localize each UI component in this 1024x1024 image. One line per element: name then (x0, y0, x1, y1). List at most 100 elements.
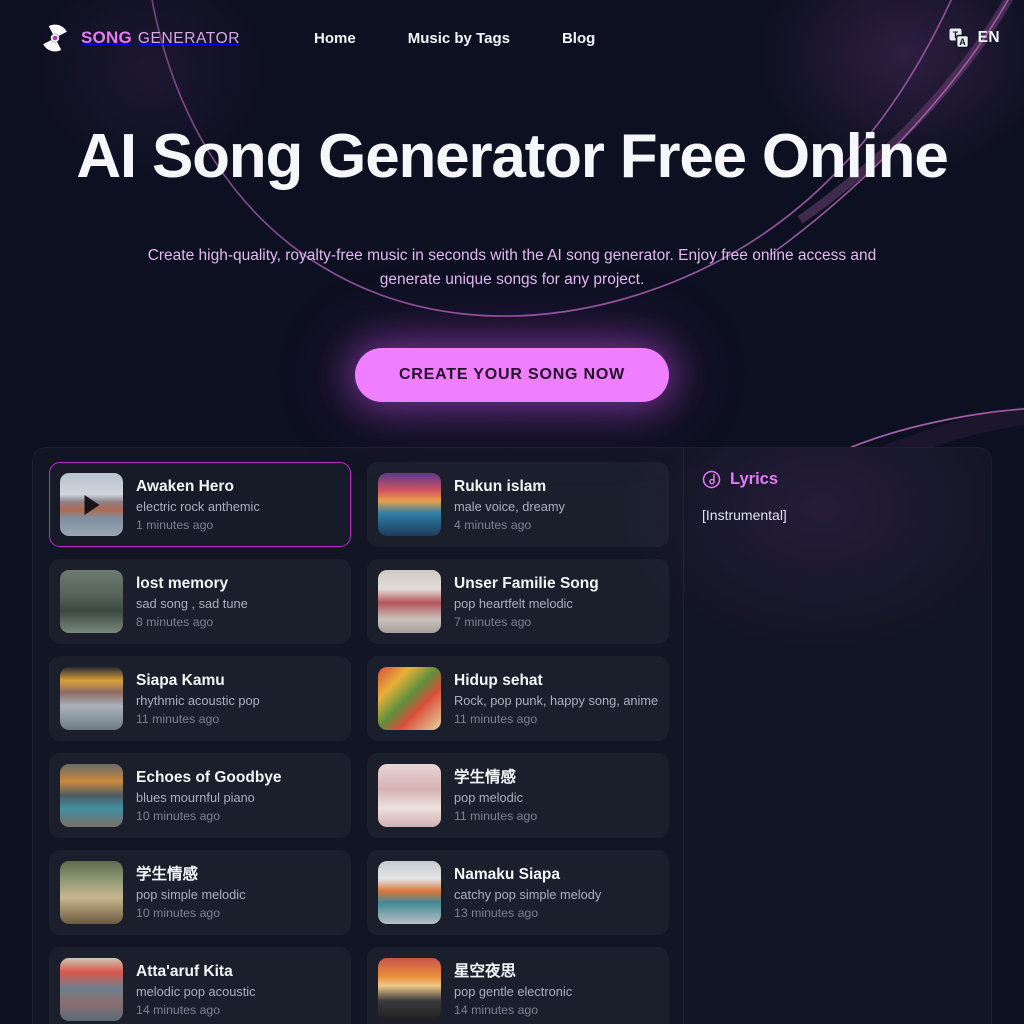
song-thumbnail[interactable] (60, 667, 123, 730)
song-thumbnail[interactable] (60, 764, 123, 827)
song-tags: electric rock anthemic (136, 499, 260, 515)
song-card[interactable]: 星空夜思 pop gentle electronic 14 minutes ago (367, 947, 669, 1024)
song-timestamp: 10 minutes ago (136, 906, 221, 921)
nav-item-home[interactable]: Home (314, 30, 356, 47)
song-meta: Siapa Kamu rhythmic acoustic pop 11 minute… (136, 671, 260, 726)
song-thumbnail[interactable] (60, 473, 123, 536)
song-timestamp: 10 minutes ago (136, 809, 221, 824)
song-thumbnail[interactable] (60, 958, 123, 1021)
site-header: SONG GENERATOR Home Music by Tags Blog T … (0, 0, 1024, 76)
song-title: 学生情感 (454, 768, 517, 786)
songs-column-left: Awaken Hero electric rock anthemic 1 minut… (49, 462, 351, 1024)
song-meta: Awaken Hero electric rock anthemic 1 minut… (136, 477, 260, 532)
song-title: Echoes of Goodbye (136, 768, 282, 786)
language-code: EN (977, 29, 1000, 46)
song-thumbnail[interactable] (60, 570, 123, 633)
songs-panel: Awaken Hero electric rock anthemic 1 minut… (32, 447, 992, 1024)
translate-icon: T A (949, 28, 969, 49)
brand-secondary: GENERATOR (137, 30, 241, 47)
song-title: Rukun islam (454, 477, 547, 495)
song-meta: Hidup sehat Rock, pop punk, happy song, a… (454, 671, 658, 726)
song-meta: 学生情感 pop melodic 11 minutes ago (454, 768, 537, 823)
hero-section: AI Song Generator Free Online Create hig… (0, 76, 1024, 402)
song-thumbnail[interactable] (378, 764, 441, 827)
song-meta: Namaku Siapa catchy pop simple melody 13 m… (454, 865, 601, 920)
song-thumbnail[interactable] (60, 861, 123, 924)
lyrics-header: Lyrics (702, 470, 969, 489)
svg-text:A: A (959, 37, 966, 47)
song-tags: pop melodic (454, 790, 524, 806)
cta-wrapper: CREATE YOUR SONG NOW (0, 347, 1024, 402)
song-card[interactable]: 学生情感 pop melodic 11 minutes ago (367, 753, 669, 838)
brand-primary: SONG (81, 28, 132, 47)
song-tags: pop heartfelt melodic (454, 596, 573, 612)
vinyl-record-icon (43, 24, 67, 52)
song-meta: Atta'aruf Kita melodic pop acoustic 14 min… (136, 962, 256, 1017)
song-tags: pop simple melodic (136, 887, 246, 903)
song-tags: male voice, dreamy (454, 499, 565, 515)
song-card[interactable]: Siapa Kamu rhythmic acoustic pop 11 minute… (49, 656, 351, 741)
song-timestamp: 8 minutes ago (136, 615, 214, 630)
hero-subtitle: Create high-quality, royalty-free music … (147, 246, 877, 288)
page-root: SONG GENERATOR Home Music by Tags Blog T … (0, 0, 1024, 1024)
nav-item-blog[interactable]: Blog (562, 30, 595, 47)
song-tags: Rock, pop punk, happy song, anime (454, 693, 658, 709)
song-meta: lost memory sad song , sad tune 8 minutes … (136, 574, 248, 629)
song-meta: 星空夜思 pop gentle electronic 14 minutes ago (454, 962, 572, 1017)
song-title: 星空夜思 (454, 962, 517, 980)
song-card[interactable]: Awaken Hero electric rock anthemic 1 minut… (49, 462, 351, 547)
song-thumbnail[interactable] (378, 667, 441, 730)
brand-text: SONG GENERATOR (81, 28, 240, 48)
song-thumbnail[interactable] (378, 958, 441, 1021)
song-card[interactable]: 学生情感 pop simple melodic 10 minutes ago (49, 850, 351, 935)
lyrics-panel: Lyrics [Instrumental] (683, 448, 991, 1024)
song-timestamp: 1 minutes ago (136, 518, 214, 533)
song-title: Atta'aruf Kita (136, 962, 233, 980)
song-tags: melodic pop acoustic (136, 984, 256, 1000)
song-timestamp: 14 minutes ago (136, 1003, 221, 1018)
song-timestamp: 11 minutes ago (136, 712, 220, 727)
song-timestamp: 4 minutes ago (454, 518, 532, 533)
lyrics-content: [Instrumental] (702, 507, 787, 523)
song-card[interactable]: Unser Familie Song pop heartfelt melodic 7… (367, 559, 669, 644)
song-timestamp: 11 minutes ago (454, 809, 538, 824)
song-title: Namaku Siapa (454, 865, 560, 883)
song-meta: Unser Familie Song pop heartfelt melodic 7… (454, 574, 599, 629)
song-title: Unser Familie Song (454, 574, 599, 592)
song-timestamp: 14 minutes ago (454, 1003, 539, 1018)
play-icon[interactable] (84, 494, 99, 515)
song-card[interactable]: Atta'aruf Kita melodic pop acoustic 14 min… (49, 947, 351, 1024)
lyrics-title: Lyrics (730, 470, 779, 488)
page-title: AI Song Generator Free Online (76, 122, 948, 191)
song-title: Hidup sehat (454, 671, 543, 689)
main-nav: Home Music by Tags Blog (314, 30, 595, 47)
song-thumbnail[interactable] (378, 570, 441, 633)
song-title: lost memory (136, 574, 229, 592)
song-card[interactable]: Rukun islam male voice, dreamy 4 minutes a… (367, 462, 669, 547)
songs-grid: Awaken Hero electric rock anthemic 1 minut… (33, 448, 683, 1024)
song-card[interactable]: lost memory sad song , sad tune 8 minutes … (49, 559, 351, 644)
music-note-circle-icon (702, 470, 721, 489)
nav-item-music-by-tags[interactable]: Music by Tags (408, 30, 510, 47)
language-selector[interactable]: T A EN (948, 27, 1000, 49)
song-timestamp: 13 minutes ago (454, 906, 539, 921)
song-tags: rhythmic acoustic pop (136, 693, 260, 709)
song-timestamp: 7 minutes ago (454, 615, 532, 630)
song-thumbnail[interactable] (378, 473, 441, 536)
song-tags: catchy pop simple melody (454, 887, 602, 903)
song-meta: 学生情感 pop simple melodic 10 minutes ago (136, 865, 246, 920)
song-tags: pop gentle electronic (454, 984, 573, 1000)
brand-logo[interactable]: SONG GENERATOR (40, 23, 240, 53)
song-tags: sad song , sad tune (136, 596, 248, 612)
song-meta: Echoes of Goodbye blues mournful piano 10 … (136, 768, 282, 823)
create-song-button[interactable]: CREATE YOUR SONG NOW (354, 347, 670, 402)
song-tags: blues mournful piano (136, 790, 255, 806)
song-card[interactable]: Hidup sehat Rock, pop punk, happy song, a… (367, 656, 669, 741)
song-title: Awaken Hero (136, 477, 234, 495)
song-title: Siapa Kamu (136, 671, 225, 689)
songs-column-right: Rukun islam male voice, dreamy 4 minutes a… (367, 462, 669, 1024)
song-meta: Rukun islam male voice, dreamy 4 minutes a… (454, 477, 565, 532)
song-card[interactable]: Echoes of Goodbye blues mournful piano 10 … (49, 753, 351, 838)
song-thumbnail[interactable] (378, 861, 441, 924)
song-card[interactable]: Namaku Siapa catchy pop simple melody 13 m… (367, 850, 669, 935)
